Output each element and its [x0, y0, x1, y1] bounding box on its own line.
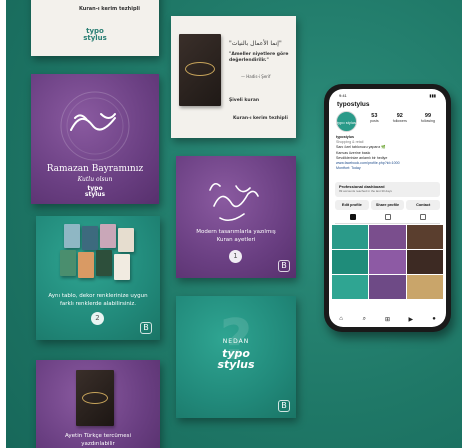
grid-post[interactable] — [369, 225, 406, 249]
post-card-ramazan: Ramazan Bayramınız Kutlu olsun typo styl… — [31, 74, 159, 204]
profile-username[interactable]: typostylus — [337, 101, 370, 108]
reels-tab-icon[interactable] — [384, 214, 391, 220]
brand-logo: typo stylus — [31, 28, 159, 42]
status-time: 9:41 — [339, 93, 347, 98]
add-icon[interactable]: ⊞ — [384, 316, 392, 323]
artwork-7-image — [96, 250, 112, 276]
phone-mockup: 9:41 ▮▮▮ typostylus typo stylus 53 posts… — [324, 84, 451, 332]
grid-post[interactable] — [369, 250, 406, 274]
edit-profile-button[interactable]: Edit profile — [335, 200, 369, 210]
instagram-profile-screen: 9:41 ▮▮▮ typostylus typo stylus 53 posts… — [329, 89, 446, 327]
card-caption: Modern tasarımlarla yazılmış Kuran ayetl… — [196, 229, 276, 243]
artwork-5-image — [60, 250, 76, 276]
foot-text-1: Şiveli kuran — [229, 98, 260, 103]
greeting-title: Ramazan Bayramınız — [46, 164, 144, 174]
stat-followers[interactable]: 92 followers — [393, 113, 407, 123]
post-card-tezhip: Kuran-ı kerim tezhipli typo stylus — [31, 0, 159, 56]
page-number-badge: 2 — [91, 312, 104, 325]
card-text: Kuran-ı kerim tezhipli — [79, 6, 140, 12]
brand-mark-icon: B — [278, 400, 290, 412]
tagged-tab-icon[interactable] — [419, 214, 426, 220]
nedan-label: NEDAN — [222, 338, 250, 345]
grid-post[interactable] — [406, 225, 443, 249]
post-card-nedan: ? NEDAN typo stylus B — [176, 296, 296, 418]
post-card-modern: Modern tasarımlarla yazılmış Kuran ayetl… — [176, 156, 296, 278]
stat-following[interactable]: 99 following — [421, 113, 435, 123]
brand-line-stylus: stylus — [83, 34, 107, 42]
battery-icon: ▮▮▮ — [429, 93, 436, 98]
post-card-colors: Aynı tablo, dekor renklerinize uygun far… — [36, 216, 160, 340]
grid-post[interactable] — [406, 275, 443, 299]
grid-post[interactable] — [332, 275, 369, 299]
grid-post[interactable] — [332, 250, 369, 274]
grid-post[interactable] — [369, 275, 406, 299]
search-icon[interactable]: ⌕ — [360, 316, 368, 323]
brand-logo: typo stylus — [31, 186, 159, 198]
artwork-8-image — [114, 254, 130, 280]
brand-mark-icon: B — [278, 260, 290, 272]
stat-label: followers — [392, 119, 407, 123]
framed-artwork-image — [76, 370, 114, 426]
profile-tabs — [335, 214, 440, 224]
foot-text-2: Kuran-ı kerim tezhipli — [233, 116, 288, 121]
posts-grid — [332, 225, 443, 299]
brand-line-stylus: stylus — [217, 358, 255, 371]
artwork-1-image — [64, 224, 80, 248]
post-card-hadis: "إنما الأعمال بالنيات" "Ameller niyetler… — [171, 16, 296, 138]
brand-mark-icon: B — [140, 322, 152, 334]
artwork-2-image — [82, 226, 98, 250]
post-card-translation: Ayetin Türkçe tercümesi yazdırılabilir — [36, 360, 160, 448]
card-caption: Aynı tablo, dekor renklerinize uygun far… — [48, 293, 148, 307]
mockup-scene: Kuran-ı kerim tezhipli typo stylus "إنما… — [6, 0, 462, 448]
artwork-6-image — [78, 252, 94, 278]
bio-link-2[interactable]: Montfort: Today — [336, 166, 440, 171]
home-icon[interactable]: ⌂ — [337, 316, 345, 323]
artwork-4-image — [118, 228, 134, 252]
page-number-badge: 1 — [229, 250, 242, 263]
bottom-nav: ⌂ ⌕ ⊞ ▶ ● — [337, 316, 438, 323]
grid-post[interactable] — [332, 225, 369, 249]
brand-logo: typo stylus — [176, 348, 296, 370]
quote-source: — Hadis-i Şerif — [241, 74, 271, 79]
share-profile-button[interactable]: Share profile — [370, 200, 405, 210]
grid-tab-icon[interactable] — [349, 214, 356, 220]
profile-stats: 53 posts 92 followers 99 following — [363, 113, 442, 123]
framed-artwork-image — [179, 34, 221, 106]
profile-actions: Edit profile Share profile Contact — [335, 200, 441, 210]
dashboard-subtitle: 99 accounts reached in the last 30 days — [339, 189, 392, 193]
profile-icon[interactable]: ● — [430, 316, 438, 323]
arabic-quote: "إنما الأعمال بالنيات" — [229, 40, 282, 47]
contact-button[interactable]: Contact — [406, 200, 441, 210]
reels-icon[interactable]: ▶ — [407, 316, 415, 323]
profile-bio: typostylus Shopping & retail Sanı özel t… — [336, 135, 440, 171]
stat-posts[interactable]: 53 posts — [370, 113, 379, 123]
status-bar: 9:41 ▮▮▮ — [339, 93, 436, 98]
stat-label: following — [420, 119, 435, 123]
card-caption: Ayetin Türkçe tercümesi yazdırılabilir — [65, 433, 131, 447]
greeting-subtitle: Kutlu olsun — [77, 176, 113, 183]
stat-label: posts — [370, 119, 379, 123]
artwork-3-image — [100, 224, 116, 248]
quote-translation: "Ameller niyetlere göre değerlendirilir.… — [229, 52, 289, 63]
avatar[interactable]: typo stylus — [336, 111, 357, 132]
professional-dashboard[interactable]: Professional dashboard 99 accounts reach… — [335, 182, 440, 197]
grid-post[interactable] — [406, 250, 443, 274]
brand-line-stylus: stylus — [84, 191, 106, 198]
